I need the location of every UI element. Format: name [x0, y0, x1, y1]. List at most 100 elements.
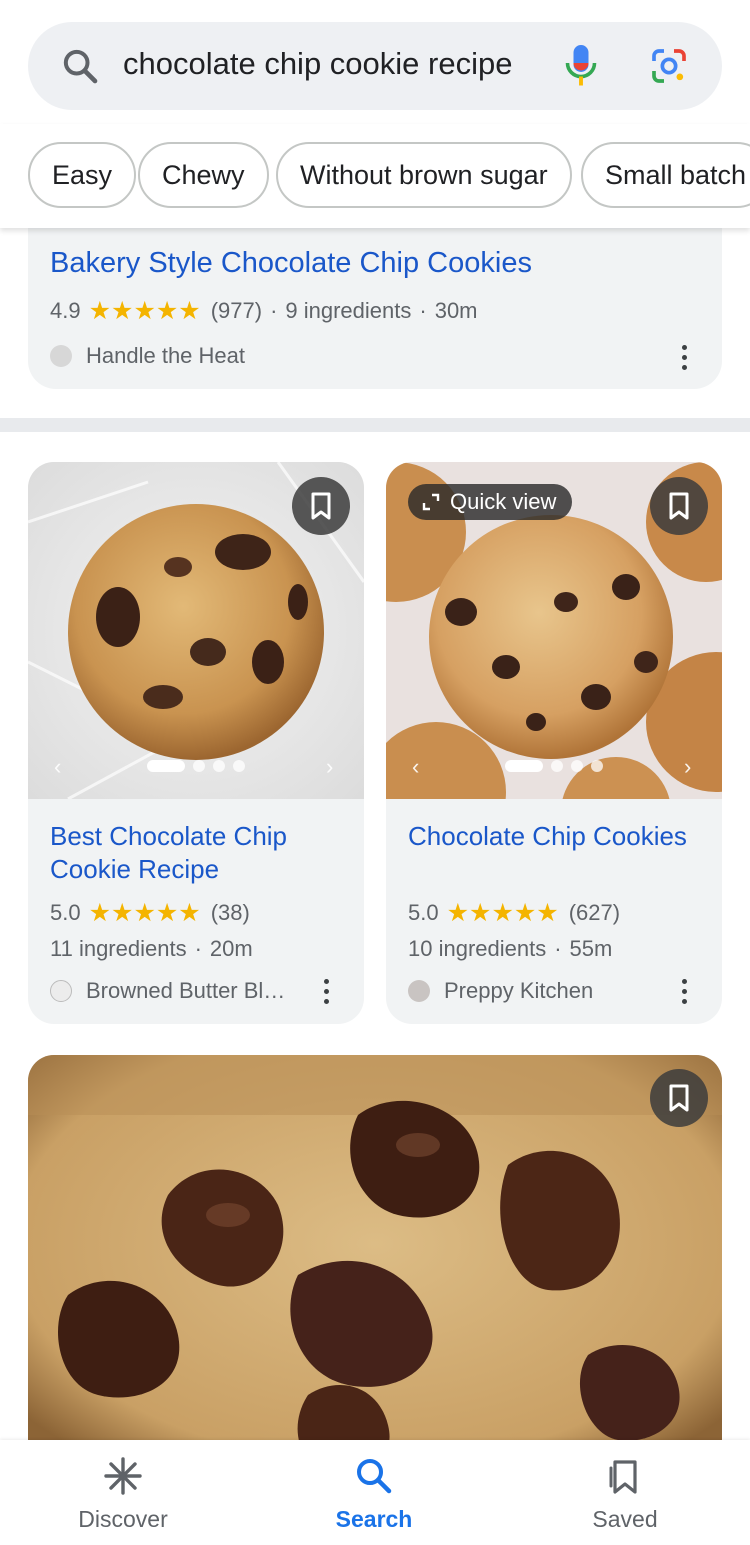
source-name: Handle the Heat	[86, 343, 245, 368]
recipe-rating: 5.0 ★ ★ ★ ★ ★ (627)	[408, 900, 620, 926]
search-icon	[357, 1459, 392, 1494]
ingredient-count: 10 ingredients	[408, 936, 547, 961]
image-pagination	[28, 760, 364, 772]
star-icon: ★	[155, 296, 179, 325]
recipe-meta: 4.9 ★ ★ ★ ★ ★ (977) · 9 ingredients · 30…	[50, 298, 478, 324]
pagination-dot	[213, 760, 225, 772]
separator: ·	[194, 936, 202, 961]
recipe-title[interactable]: Best Chocolate Chip Cookie Recipe	[50, 820, 350, 886]
filter-chips: Easy Chewy Without brown sugar Small bat…	[0, 124, 750, 228]
search-icon[interactable]	[60, 46, 100, 86]
save-button[interactable]	[650, 477, 708, 535]
source-favicon	[408, 980, 430, 1002]
star-icon: ★	[111, 296, 134, 325]
pagination-dot	[233, 760, 245, 772]
saved-icon	[609, 1460, 637, 1494]
star-icon: ★	[536, 898, 559, 927]
ingredient-count: 11 ingredients	[50, 936, 187, 961]
star-icon: ★	[491, 898, 514, 927]
quick-view-button[interactable]: Quick view	[408, 484, 573, 520]
review-count: (627)	[568, 900, 621, 925]
search-query[interactable]: chocolate chip cookie recipe	[123, 46, 512, 82]
pagination-dot	[147, 760, 185, 772]
pagination-dot	[193, 760, 205, 772]
bottom-navigation: Discover Search Saved	[0, 1440, 750, 1545]
source-name: Browned Butter Bl…	[86, 978, 286, 1003]
nav-saved-label: Saved	[592, 1506, 658, 1532]
bookmark-icon	[669, 492, 689, 520]
recipe-card[interactable]: ‹ › Best Chocolate Chip Cookie Recipe 5.…	[28, 462, 364, 1024]
chip-small-batch[interactable]: Small batch	[581, 142, 750, 208]
ingredient-count: 9 ingredients	[285, 298, 412, 323]
nav-discover[interactable]: Discover	[33, 1440, 213, 1545]
nav-search[interactable]: Search	[284, 1440, 464, 1545]
star-rating: ★ ★ ★ ★ ★	[446, 898, 559, 927]
recipe-source[interactable]: Preppy Kitchen	[408, 978, 593, 1004]
nav-saved[interactable]: Saved	[535, 1440, 715, 1545]
star-icon: ★	[178, 296, 201, 325]
mic-icon[interactable]	[563, 42, 599, 90]
lens-icon[interactable]	[648, 46, 690, 86]
star-icon: ★	[88, 296, 112, 325]
recipe-card-large[interactable]	[28, 1055, 722, 1475]
source-favicon	[50, 980, 72, 1002]
search-header: chocolate chip cookie recipe	[0, 0, 750, 124]
source-favicon	[50, 345, 72, 367]
star-icon: ★	[178, 898, 201, 927]
star-icon: ★	[133, 296, 156, 325]
star-icon: ★	[155, 898, 179, 927]
recipe-image[interactable]	[28, 1055, 722, 1475]
chip-without-brown-sugar[interactable]: Without brown sugar	[276, 142, 572, 208]
rating-value: 4.9	[50, 298, 81, 323]
top-recipe-card[interactable]: Bakery Style Chocolate Chip Cookies 4.9 …	[28, 205, 722, 389]
star-icon: ★	[513, 898, 537, 927]
star-icon: ★	[446, 898, 470, 927]
recipe-card[interactable]: Quick view ‹ › Chocolate Chip Cookies 5.…	[386, 462, 722, 1024]
recipe-meta: 11 ingredients · 20m	[50, 936, 253, 962]
recipe-source[interactable]: Browned Butter Bl…	[50, 978, 285, 1004]
rating-value: 5.0	[50, 900, 81, 925]
pagination-dot	[571, 760, 583, 772]
save-button[interactable]	[650, 1069, 708, 1127]
expand-icon	[422, 493, 440, 511]
recipe-title[interactable]: Bakery Style Chocolate Chip Cookies	[50, 247, 532, 280]
pagination-dot	[505, 760, 543, 772]
star-icon: ★	[111, 898, 134, 927]
quick-view-label: Quick view	[450, 489, 557, 514]
search-box[interactable]: chocolate chip cookie recipe	[28, 22, 722, 110]
bookmark-icon	[669, 1084, 689, 1112]
star-icon: ★	[88, 898, 112, 927]
more-options-icon[interactable]	[679, 345, 689, 373]
cook-time: 20m	[209, 936, 253, 961]
more-options-icon[interactable]	[321, 979, 331, 1007]
source-name: Preppy Kitchen	[444, 978, 594, 1003]
recipe-rating: 5.0 ★ ★ ★ ★ ★ (38)	[50, 900, 250, 926]
chip-chewy[interactable]: Chewy	[138, 142, 269, 208]
recipe-source[interactable]: Handle the Heat	[50, 343, 245, 369]
cook-time: 30m	[434, 298, 478, 323]
more-options-icon[interactable]	[679, 979, 689, 1007]
star-rating: ★ ★ ★ ★ ★	[88, 898, 201, 927]
section-divider	[0, 418, 750, 432]
nav-search-label: Search	[335, 1506, 413, 1532]
bookmark-icon	[311, 492, 331, 520]
discover-icon	[104, 1457, 142, 1495]
save-button[interactable]	[292, 477, 350, 535]
review-count: (977)	[210, 298, 263, 323]
image-pagination	[386, 760, 722, 772]
rating-value: 5.0	[408, 900, 439, 925]
nav-discover-label: Discover	[78, 1506, 168, 1532]
recipe-title[interactable]: Chocolate Chip Cookies	[408, 820, 708, 853]
review-count: (38)	[210, 900, 250, 925]
pagination-dot	[591, 760, 603, 772]
pagination-dot	[551, 760, 563, 772]
star-icon: ★	[469, 898, 492, 927]
separator: ·	[419, 298, 427, 323]
recipe-meta: 10 ingredients · 55m	[408, 936, 612, 962]
cook-time: 55m	[569, 936, 613, 961]
separator: ·	[554, 936, 562, 961]
separator: ·	[270, 298, 278, 323]
search-results-page: chocolate chip cookie recipe Easy Chewy …	[0, 0, 750, 1545]
star-icon: ★	[133, 898, 156, 927]
chip-easy[interactable]: Easy	[28, 142, 137, 208]
